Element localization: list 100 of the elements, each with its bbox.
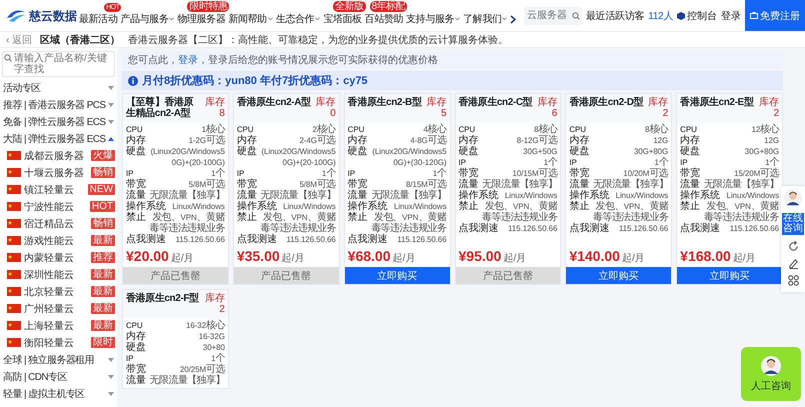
spec-label: 禁止	[236, 212, 257, 225]
spec-label: 流量	[569, 179, 590, 190]
logo-icon	[6, 9, 26, 23]
spec-value: Linux/Windows	[614, 190, 668, 200]
spec-label: 带宽	[680, 168, 700, 179]
sold-out-button[interactable]: 产品已售罄	[234, 267, 339, 284]
plan-title: 香港原生cn2-D型	[569, 97, 644, 108]
online-chat-button[interactable]: 在线咨询	[782, 213, 804, 235]
spec-value: 1个	[210, 353, 225, 364]
spec-value: 30G+50G	[522, 146, 558, 157]
back-link[interactable]: ‹ 返回	[6, 32, 32, 46]
item-badge: 畅销	[91, 167, 115, 178]
console-link[interactable]: 控制台	[677, 8, 717, 22]
flag-icon	[7, 287, 21, 296]
price-unit: 起/月	[392, 252, 416, 265]
sidebar-search-field[interactable]: 请输入产品名称/关键字查找	[2, 51, 115, 77]
sidebar-group[interactable]: 免备 | 弹性云服务器 ECS	[2, 113, 115, 130]
search-field[interactable]: 云服务器	[524, 6, 582, 24]
nav-link[interactable]: 物理服务器	[177, 11, 226, 27]
spec-label: 硬盘	[236, 146, 257, 159]
login-link[interactable]: 登录	[721, 8, 741, 22]
sidebar-group[interactable]: 高防 | CDN专区	[2, 368, 115, 385]
plan-title: 香港原生cn2-A型	[236, 97, 311, 108]
spec-value: 1核心	[200, 124, 225, 135]
search-icon[interactable]	[572, 12, 580, 20]
sidebar-item[interactable]: 深圳性能云 最新	[2, 266, 115, 283]
stock-count: 库存0	[314, 97, 336, 119]
flag-icon	[7, 151, 21, 160]
sold-out-button[interactable]: 产品已售罄	[123, 267, 228, 284]
buy-button[interactable]: 立即购买	[677, 267, 782, 284]
spec-label: 带宽	[569, 168, 590, 179]
stock-count: 库存6	[536, 97, 558, 119]
spec-label: CPU	[680, 124, 697, 134]
nav-link[interactable]: 宝塔面板	[323, 11, 362, 27]
flag-icon	[7, 321, 21, 330]
sidebar-item[interactable]: 内蒙轻量云 推荐	[2, 249, 115, 266]
spec-label: CPU	[569, 124, 586, 134]
spec-label: 流量	[458, 179, 478, 190]
spec-value: 发包、VPN、黄赌毒等违法违规业务	[260, 212, 336, 234]
page-description: 香港云服务器【二区】：高性能、可靠稳定，为您的业务提供优质的云计算服务体验。	[128, 34, 508, 46]
sidebar-group[interactable]: 轻量 | 虚拟主机专区	[2, 385, 115, 402]
info-icon	[128, 76, 138, 86]
spec-label: 带宽	[126, 179, 146, 190]
sidebar-item[interactable]: 成都云服务器 火爆	[2, 147, 115, 164]
nav-link[interactable]: 百站赞助	[364, 11, 404, 27]
spec-value: 115.126.50.66	[618, 223, 668, 234]
support-card[interactable]: 人工咨询	[741, 347, 801, 401]
sidebar-item[interactable]: 宁波性能云 HOT	[2, 198, 115, 215]
buy-button[interactable]: 立即购买	[344, 267, 450, 284]
flag-icon	[7, 253, 21, 262]
spec-label: 操作系统	[680, 190, 720, 201]
nav-link[interactable]: 生态合作	[276, 11, 320, 27]
sidebar-item[interactable]: 宿迁精品云 畅销	[2, 215, 115, 232]
spec-label: 禁止	[680, 201, 700, 214]
spec-label: 带宽	[126, 364, 146, 375]
sidebar-group[interactable]: 推荐 | 香港云服务器 PCS	[2, 96, 115, 113]
spec-label: 点我测速	[458, 223, 498, 234]
sidebar-item[interactable]: 广州轻量云 最新	[2, 300, 115, 317]
refresh-icon[interactable]	[788, 241, 798, 252]
sidebar-group[interactable]: 全球 | 独立服务器租用	[2, 351, 115, 368]
sidebar-item[interactable]: 北京轻量云 最新	[2, 283, 115, 300]
spec-label: 硬盘	[680, 146, 700, 157]
spec-label: 内存	[458, 135, 478, 146]
spec-value: 2核心	[311, 124, 336, 135]
spec-label: 点我测速	[236, 234, 277, 245]
item-badge: 最新	[91, 286, 115, 297]
sidebar-item[interactable]: 上海轻量云 最新	[2, 317, 115, 334]
register-button[interactable]: 免费注册	[745, 0, 805, 31]
buy-button[interactable]: 立即购买	[566, 267, 672, 284]
spec-value: 1个	[764, 157, 779, 168]
login-link[interactable]: 登录	[178, 55, 198, 66]
spec-label: 操作系统	[236, 201, 277, 212]
grid-icon[interactable]	[788, 275, 798, 286]
sidebar-group[interactable]: 大陆 | 弹性云服务器 ECS	[2, 130, 115, 147]
spec-value: 10/20M可选	[622, 168, 668, 179]
search-icon[interactable]	[4, 54, 12, 62]
sidebar-item[interactable]: 十堰云服务器 畅销	[2, 164, 115, 181]
nav-link[interactable]: 了解我们	[463, 11, 508, 27]
spec-value: 发包、VPN、黄赌毒等违法违规业务	[592, 201, 668, 223]
sold-out-button[interactable]: 产品已售罄	[456, 267, 560, 284]
sidebar-group[interactable]: 活动专区	[2, 79, 115, 96]
price-unit: 起/月	[622, 252, 645, 265]
spec-value: 8核心	[644, 124, 668, 135]
nav-link[interactable]: 支持与服务	[406, 11, 460, 27]
spec-value: 12核心	[750, 124, 779, 135]
chevron-right-icon[interactable]	[510, 14, 516, 24]
cube-icon	[677, 12, 685, 20]
promo-text: 月付8折优惠码：yun80 年付7折优惠码：cy75	[142, 74, 368, 88]
nav-link[interactable]: 产品与服务	[120, 11, 174, 27]
spec-value: 8核心	[533, 124, 558, 135]
nav-link[interactable]: 新闻帮助	[228, 11, 273, 27]
spec-label: 点我测速	[126, 234, 166, 245]
spec-value: 1个	[320, 168, 336, 179]
sidebar-item[interactable]: 镇江轻量云 NEW	[2, 181, 115, 198]
item-badge: HOT	[90, 201, 115, 212]
nav-link[interactable]: 最新活动	[79, 11, 118, 27]
edit-icon[interactable]	[788, 258, 798, 269]
logo-text: 慈云数据	[29, 8, 77, 24]
sidebar-item[interactable]: 衡阳轻量云 限时	[2, 334, 115, 351]
sidebar-item[interactable]: 游戏性能云 最新	[2, 232, 115, 249]
